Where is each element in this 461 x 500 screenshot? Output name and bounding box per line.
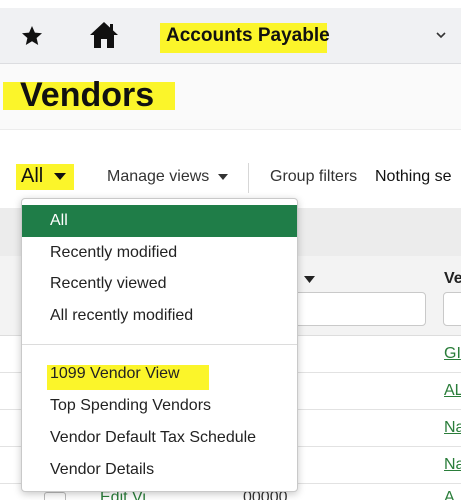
row-checkbox[interactable] <box>44 492 66 500</box>
menu-item-all[interactable]: All <box>22 205 297 237</box>
home-icon[interactable] <box>88 20 120 50</box>
column-filter-input[interactable] <box>443 292 461 326</box>
menu-item-label: 1099 Vendor View <box>50 365 180 382</box>
title-bar: Vendors <box>0 64 461 130</box>
row-link[interactable]: Na <box>444 419 461 437</box>
caret-down-icon[interactable] <box>218 174 228 180</box>
column-header-label[interactable]: Ve <box>444 270 461 288</box>
top-bar: Accounts Payable <box>0 8 461 64</box>
star-icon[interactable] <box>20 24 44 48</box>
group-filters-label[interactable]: Group filters <box>270 168 357 186</box>
sort-caret-icon[interactable] <box>304 276 315 283</box>
menu-item-1099-vendor-view[interactable]: 1099 Vendor View <box>22 358 297 390</box>
menu-item-recently-viewed[interactable]: Recently viewed <box>22 268 297 300</box>
menu-item-vendor-default-tax-schedule[interactable]: Vendor Default Tax Schedule <box>22 422 297 454</box>
chevron-down-icon[interactable] <box>434 28 448 42</box>
row-link[interactable]: GI <box>444 345 461 363</box>
row-link[interactable]: AL <box>444 382 461 400</box>
menu-item-label: All recently modified <box>50 307 194 324</box>
group-filters-value[interactable]: Nothing se <box>375 168 452 186</box>
menu-item-label: Recently viewed <box>50 275 167 292</box>
menu-item-label: Vendor Default Tax Schedule <box>50 429 257 446</box>
breadcrumb[interactable]: Accounts Payable <box>166 25 330 47</box>
view-dropdown-menu: All Recently modified Recently viewed Al… <box>21 198 298 492</box>
menu-item-recently-modified[interactable]: Recently modified <box>22 237 297 269</box>
toolbar-divider <box>248 163 249 193</box>
menu-item-vendor-details[interactable]: Vendor Details <box>22 454 297 486</box>
caret-down-icon[interactable] <box>53 172 67 181</box>
page-title: Vendors <box>20 76 155 114</box>
row-link[interactable]: A <box>444 489 455 500</box>
menu-item-label: All <box>50 212 68 229</box>
menu-item-top-spending-vendors[interactable]: Top Spending Vendors <box>22 390 297 422</box>
menu-item-label: Vendor Details <box>50 461 155 478</box>
menu-item-all-recently-modified[interactable]: All recently modified <box>22 300 297 332</box>
menu-divider <box>22 344 297 345</box>
menu-item-label: Top Spending Vendors <box>50 397 212 414</box>
row-link[interactable]: Na <box>444 456 461 474</box>
view-selector-button[interactable]: All <box>21 165 43 188</box>
manage-views-button[interactable]: Manage views <box>107 168 209 186</box>
menu-item-label: Recently modified <box>50 244 178 261</box>
